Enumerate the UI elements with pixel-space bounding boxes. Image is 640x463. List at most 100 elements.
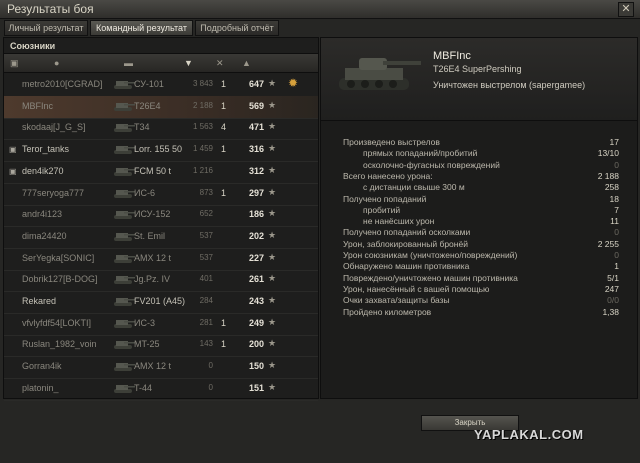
column-header: ▣ ● ▬ ▼ ✕ ▲ xyxy=(4,53,318,73)
stat-value: 11 xyxy=(610,216,619,227)
ally-row[interactable]: metro2010[CGRAD] СУ-101 3 843 1 647 ★ ✹ xyxy=(4,74,318,97)
stat-value: 258 xyxy=(604,182,619,193)
ally-row[interactable]: skodaaj[J_G_S] T34 1 563 4 471 ★ xyxy=(4,117,318,141)
ally-row[interactable]: SerYegka[SONIC] AMX 12 t 537 227 ★ xyxy=(4,248,318,271)
vehicle-name: FV201 (A45) xyxy=(134,296,186,306)
stat-label: осколочно-фугасных повреждений xyxy=(363,159,500,170)
stat-label: Получено попаданий xyxy=(343,193,427,204)
ally-row[interactable]: ▣ Teror_tanks Lorr. 155 50 1 459 1 316 ★ xyxy=(4,139,318,163)
ally-row[interactable]: platonin_ T-44 0 151 ★ xyxy=(4,378,318,401)
star-icon: ★ xyxy=(268,273,277,284)
stat-label: Всего нанесено урона: xyxy=(343,170,433,181)
player-name: Gorran4ik xyxy=(22,361,62,372)
stat-value: 0 xyxy=(614,227,619,238)
vehicle-name: AMX 12 t xyxy=(134,252,172,263)
player-name: Rekared xyxy=(22,296,57,306)
tab-detailed-report[interactable]: Подробный отчёт xyxy=(195,20,279,36)
ally-row[interactable]: 777seryoga777 ИС-6 873 1 297 ★ xyxy=(4,183,318,206)
star-icon: ★ xyxy=(268,164,277,175)
stat-label: Очки захвата/защиты базы xyxy=(343,295,450,306)
window-title: Результаты боя xyxy=(7,2,94,16)
tank-column-icon[interactable]: ▬ xyxy=(124,58,133,68)
vehicle-name: Jg.Pz. IV xyxy=(134,274,171,285)
stat-label: прямых попаданий/пробитий xyxy=(363,148,478,159)
ally-row[interactable]: dima24420 St. Emil 537 202 ★ xyxy=(4,226,318,249)
star-icon: ★ xyxy=(268,381,277,392)
damage-value: 2 188 xyxy=(192,100,213,110)
damage-value: 143 xyxy=(199,339,213,349)
xp-value: 312 xyxy=(248,165,264,176)
player-column-icon[interactable]: ● xyxy=(54,58,59,68)
player-name: platonin_ xyxy=(22,382,59,393)
stat-row: с дистанции свыше 300 м 258 xyxy=(343,182,619,193)
xp-value: 297 xyxy=(248,187,264,198)
stat-value: 1,38 xyxy=(602,306,619,317)
stat-row: осколочно-фугасных повреждений 0 xyxy=(343,160,619,171)
player-name: Dobrik127[B-DOG] xyxy=(22,274,98,285)
stat-value: 0/0 xyxy=(607,295,619,306)
star-icon: ★ xyxy=(268,208,277,219)
player-name: MBFInc xyxy=(433,50,471,62)
damage-value: 3 843 xyxy=(192,79,213,88)
star-icon: ★ xyxy=(268,186,277,197)
damage-value: 281 xyxy=(199,317,213,327)
kills-value: 1 xyxy=(220,187,226,198)
player-name: Ruslan_1982_voin xyxy=(22,339,97,350)
xp-value: 200 xyxy=(248,339,264,350)
platoon-column-icon[interactable]: ▣ xyxy=(10,58,19,69)
xp-value: 186 xyxy=(248,209,264,220)
close-icon[interactable]: ✕ xyxy=(618,2,634,17)
medal-icon[interactable]: ✹ xyxy=(288,76,298,90)
damage-value: 652 xyxy=(199,209,213,219)
tank-icon xyxy=(114,254,135,263)
xp-value: 151 xyxy=(248,382,264,393)
vehicle-name: ИС-6 xyxy=(134,187,155,198)
death-status: Уничтожен выстрелом (sapergamee) xyxy=(433,80,586,90)
stat-value: 7 xyxy=(614,204,619,215)
stat-value: 2 188 xyxy=(597,170,619,181)
platoon-icon: ▣ xyxy=(9,166,17,176)
damage-value: 0 xyxy=(208,361,213,371)
tab-personal-result[interactable]: Личный результат xyxy=(4,20,88,36)
player-name: MBFInc xyxy=(22,100,54,111)
vehicle-name: T-44 xyxy=(134,382,153,393)
ally-row[interactable]: ▣ den4ik270 FCM 50 t 1 216 312 ★ xyxy=(4,161,318,184)
ally-row[interactable]: Gorran4ik AMX 12 t 0 150 ★ xyxy=(4,356,318,380)
stat-row: Урон, нанесённый с вашей помощью 247 xyxy=(343,284,619,295)
ally-row[interactable]: Ruslan_1982_voin MT-25 143 1 200 ★ xyxy=(4,334,318,358)
damage-sort-icon[interactable]: ▼ xyxy=(184,58,193,68)
vehicle-name: Lorr. 155 50 xyxy=(134,144,183,155)
damage-value: 1 216 xyxy=(192,165,213,175)
xp-value: 150 xyxy=(248,361,264,372)
xp-value: 261 xyxy=(248,274,264,285)
xp-value: 569 xyxy=(248,100,264,111)
ally-row[interactable]: MBFInc T26E4 2 188 1 569 ★ xyxy=(4,95,318,119)
vehicle-name: ИСУ-152 xyxy=(134,209,171,220)
player-name: Teror_tanks xyxy=(22,144,70,155)
tab-team-result[interactable]: Командный результат xyxy=(90,20,193,36)
vehicle-name: T26E4 xyxy=(134,100,161,111)
vehicle-name: AMX 12 t xyxy=(134,361,172,372)
title-bar[interactable]: Результаты боя ✕ xyxy=(0,0,640,19)
xp-column-icon[interactable]: ▲ xyxy=(242,58,251,68)
damage-value: 537 xyxy=(199,252,213,262)
tank-icon xyxy=(114,124,135,133)
allies-panel: Союзники ▣ ● ▬ ▼ ✕ ▲ metro2010[CGRAD] СУ-… xyxy=(3,37,319,401)
tank-icon xyxy=(114,276,135,285)
tank-icon xyxy=(114,146,135,155)
kills-value: 1 xyxy=(220,317,226,328)
ally-row[interactable]: andr4i123 ИСУ-152 652 186 ★ xyxy=(4,204,318,228)
damage-value: 1 459 xyxy=(192,144,213,154)
player-name: SerYegka[SONIC] xyxy=(22,252,95,263)
kills-column-icon[interactable]: ✕ xyxy=(216,58,224,69)
stat-value: 1 xyxy=(614,261,619,272)
stat-label: Урон, заблокированный бронёй xyxy=(343,238,468,249)
stat-value: 2 255 xyxy=(597,238,619,249)
ally-row[interactable]: Dobrik127[B-DOG] Jg.Pz. IV 401 261 ★ xyxy=(4,269,318,293)
star-icon: ★ xyxy=(268,78,277,88)
damage-value: 1 563 xyxy=(192,122,213,132)
ally-row[interactable]: Rekared FV201 (A45) 284 243 ★ xyxy=(4,291,318,314)
battle-results-window: Результаты боя ✕ Личный результат Команд… xyxy=(0,0,640,463)
ally-row[interactable]: vfvlyfdf54[LOKTI] ИС-3 281 1 249 ★ xyxy=(4,313,318,336)
player-name: vfvlyfdf54[LOKTI] xyxy=(22,317,92,328)
